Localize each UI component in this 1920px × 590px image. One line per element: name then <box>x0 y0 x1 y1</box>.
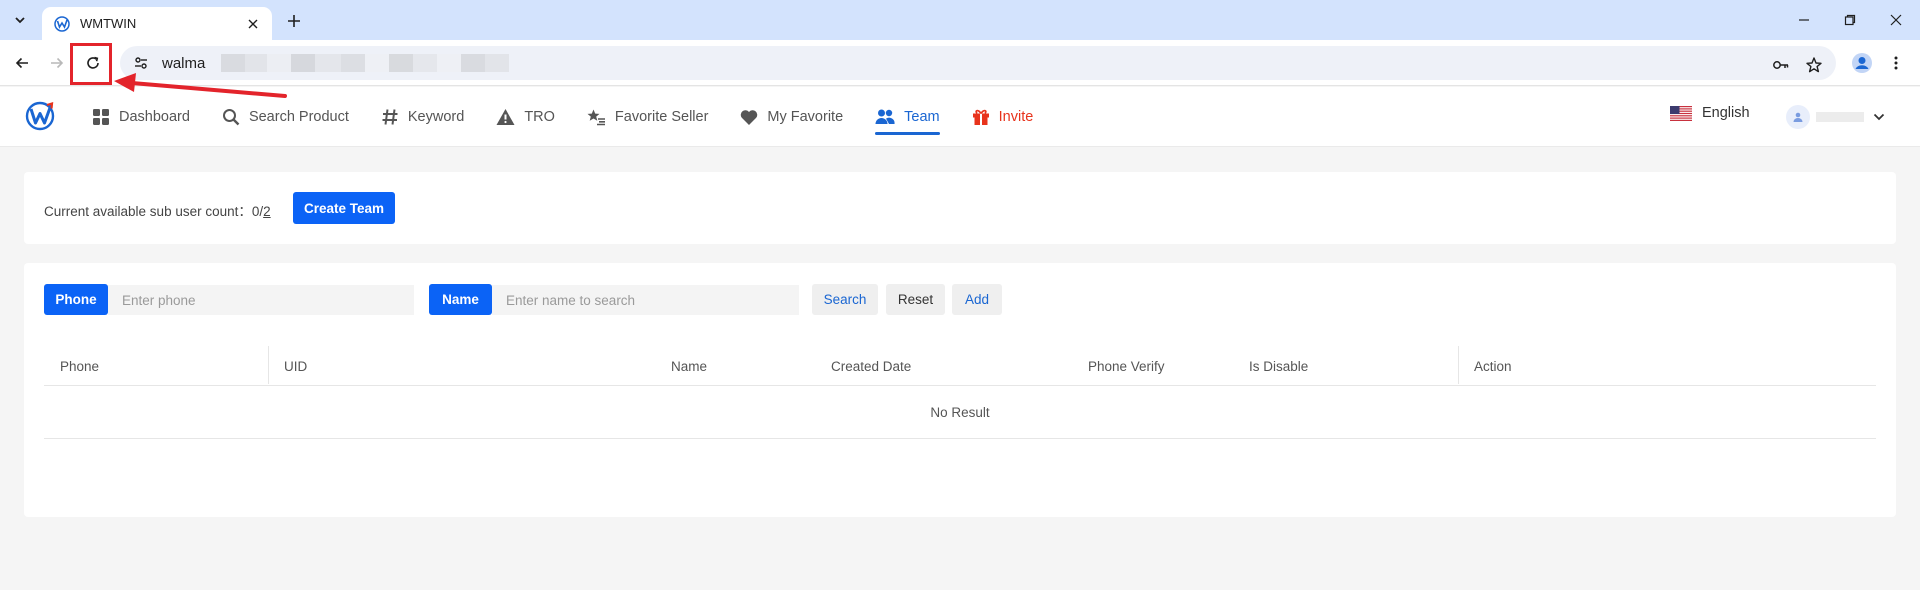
bookmark-star-icon[interactable] <box>1803 54 1825 76</box>
plus-icon <box>288 15 300 27</box>
sub-user-count-label: Current available sub user count： <box>44 204 252 219</box>
nav-label: Favorite Seller <box>614 109 709 125</box>
back-button[interactable] <box>8 49 36 77</box>
url-text: walma <box>162 54 206 72</box>
phone-input[interactable] <box>108 285 414 315</box>
dashboard-grid-icon <box>93 109 109 125</box>
search-button[interactable]: Search <box>812 284 878 315</box>
language-label: English <box>1702 105 1750 121</box>
col-phone: Phone <box>60 358 100 374</box>
avatar <box>1786 105 1810 129</box>
team-icon <box>875 109 895 124</box>
column-divider <box>1458 346 1459 384</box>
tab-search-button[interactable] <box>8 8 32 32</box>
team-summary-card: Current available sub user count：0/2 Cre… <box>24 172 1896 244</box>
minimize-icon <box>1799 19 1809 21</box>
sub-user-count: Current available sub user count：0/2 <box>44 200 271 220</box>
browser-toolbar: walma <box>0 40 1920 86</box>
wmtwin-logo[interactable] <box>24 99 58 133</box>
star-list-icon <box>587 109 605 126</box>
warning-icon <box>496 109 515 125</box>
user-menu[interactable] <box>1786 105 1886 129</box>
chevron-down-icon <box>15 17 25 24</box>
new-tab-button[interactable] <box>282 9 306 33</box>
tab-title: WMTWIN <box>80 16 137 31</box>
phone-filter-label: Phone <box>44 284 108 315</box>
key-icon[interactable] <box>1770 54 1792 76</box>
minimize-button[interactable] <box>1792 8 1816 32</box>
sub-user-total-link[interactable]: 2 <box>263 204 271 219</box>
team-members-card: Phone Name Search Reset Add Phone UID Na… <box>24 263 1896 517</box>
chevron-down-icon <box>1873 113 1885 121</box>
restore-icon <box>1844 14 1856 26</box>
col-created-date: Created Date <box>831 358 912 374</box>
wmtwin-favicon-icon <box>54 15 70 32</box>
team-table: Phone UID Name Created Date Phone Verify… <box>44 346 1876 439</box>
us-flag-icon <box>1670 105 1692 121</box>
sub-user-used: 0/ <box>251 204 264 219</box>
gift-icon <box>972 109 989 125</box>
nav-tro[interactable]: TRO <box>496 87 555 147</box>
nav-favorite-seller[interactable]: Favorite Seller <box>587 87 708 147</box>
hash-icon <box>382 109 398 125</box>
nav-label: My Favorite <box>767 109 844 125</box>
main-nav: Dashboard Search Product Keyword TRO Fav… <box>92 87 1065 147</box>
col-name: Name <box>671 358 708 374</box>
nav-keyword[interactable]: Keyword <box>381 87 464 147</box>
browser-menu-button[interactable] <box>1882 49 1910 77</box>
browser-tabstrip: WMTWIN <box>0 0 1920 40</box>
name-input[interactable] <box>492 285 799 315</box>
heart-icon <box>741 109 758 125</box>
close-icon <box>248 19 258 28</box>
nav-dashboard[interactable]: Dashboard <box>92 87 190 147</box>
tab-close-button[interactable] <box>244 15 262 33</box>
redacted-url-blur <box>221 54 510 72</box>
reload-highlight-box <box>70 43 112 85</box>
col-is-disable: Is Disable <box>1249 358 1309 374</box>
nav-label: Dashboard <box>119 109 190 125</box>
restore-button[interactable] <box>1838 8 1862 32</box>
create-team-button[interactable]: Create Team <box>293 192 395 224</box>
col-uid: UID <box>284 358 308 374</box>
user-icon <box>1793 112 1803 122</box>
add-button[interactable]: Add <box>952 284 1002 315</box>
nav-label: Invite <box>998 109 1034 125</box>
nav-team[interactable]: Team <box>875 87 941 147</box>
nav-label: Search Product <box>248 109 349 125</box>
search-icon <box>222 109 240 126</box>
nav-invite[interactable]: Invite <box>972 87 1034 147</box>
column-divider <box>268 346 269 384</box>
close-window-button[interactable] <box>1884 8 1908 32</box>
reset-button[interactable]: Reset <box>886 284 945 315</box>
nav-label: Team <box>904 109 940 125</box>
name-filter-label: Name <box>429 284 492 315</box>
nav-label: TRO <box>524 109 555 125</box>
app-header: Dashboard Search Product Keyword TRO Fav… <box>0 87 1920 147</box>
table-header: Phone UID Name Created Date Phone Verify… <box>44 346 1876 386</box>
site-settings-icon[interactable] <box>132 54 150 72</box>
redacted-username <box>1816 112 1864 122</box>
address-bar[interactable]: walma <box>120 46 1836 80</box>
kebab-menu-icon <box>1894 56 1898 70</box>
profile-avatar-icon <box>1852 53 1872 73</box>
col-action: Action <box>1474 358 1512 374</box>
nav-label: Keyword <box>407 109 465 125</box>
nav-search-product[interactable]: Search Product <box>222 87 349 147</box>
nav-my-favorite[interactable]: My Favorite <box>740 87 843 147</box>
language-selector[interactable]: English <box>1670 105 1750 121</box>
arrow-left-icon <box>15 57 28 69</box>
browser-tab[interactable]: WMTWIN <box>42 7 272 40</box>
forward-button[interactable] <box>43 49 71 77</box>
arrow-right-icon <box>51 57 64 69</box>
close-icon <box>1890 14 1902 26</box>
profile-button[interactable] <box>1848 49 1876 77</box>
empty-state: No Result <box>44 386 1876 439</box>
col-phone-verify: Phone Verify <box>1088 358 1165 374</box>
